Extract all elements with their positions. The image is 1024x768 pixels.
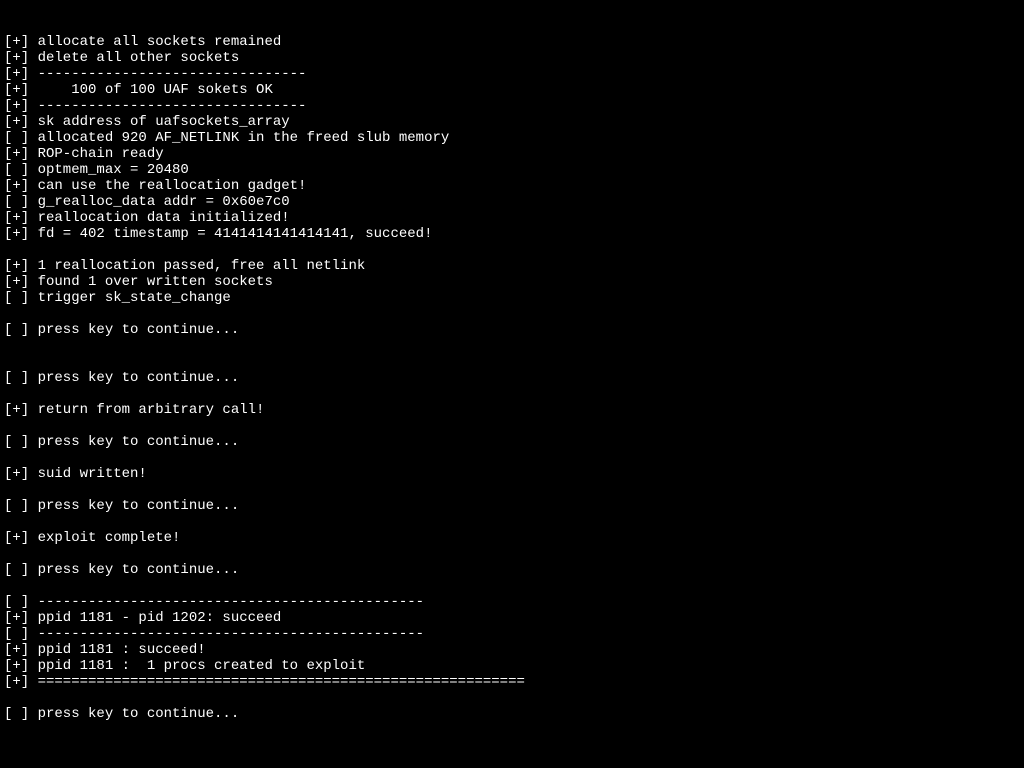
terminal-line: [ ] press key to continue... (4, 434, 1020, 450)
terminal-line: [ ] optmem_max = 20480 (4, 162, 1020, 178)
terminal-line: [+] ppid 1181 : succeed! (4, 642, 1020, 658)
terminal-line (4, 338, 1020, 354)
terminal-line: [ ] allocated 920 AF_NETLINK in the free… (4, 130, 1020, 146)
terminal-line: [+] delete all other sockets (4, 50, 1020, 66)
terminal-line (4, 482, 1020, 498)
terminal-line: [+] allocate all sockets remained (4, 34, 1020, 50)
terminal-line: [ ] press key to continue... (4, 370, 1020, 386)
terminal-line: [ ] g_realloc_data addr = 0x60e7c0 (4, 194, 1020, 210)
terminal-line (4, 690, 1020, 706)
terminal-line: [ ] trigger sk_state_change (4, 290, 1020, 306)
terminal-line: [ ] press key to continue... (4, 498, 1020, 514)
terminal-line: [+] ROP-chain ready (4, 146, 1020, 162)
terminal-line: [+] -------------------------------- (4, 66, 1020, 82)
terminal-line (4, 306, 1020, 322)
terminal-line (4, 418, 1020, 434)
terminal-line: [ ] ------------------------------------… (4, 594, 1020, 610)
terminal-line (4, 354, 1020, 370)
terminal-line: [+] ppid 1181 - pid 1202: succeed (4, 610, 1020, 626)
terminal-line: [+] suid written! (4, 466, 1020, 482)
terminal-line: [+] 100 of 100 UAF sokets OK (4, 82, 1020, 98)
terminal-line: [+] 1 reallocation passed, free all netl… (4, 258, 1020, 274)
terminal-line: [+] found 1 over written sockets (4, 274, 1020, 290)
terminal-line (4, 514, 1020, 530)
terminal-line: [ ] ------------------------------------… (4, 626, 1020, 642)
terminal-line (4, 450, 1020, 466)
terminal-line: [ ] press key to continue... (4, 562, 1020, 578)
terminal-line: [ ] press key to continue... (4, 706, 1020, 722)
terminal-line (4, 722, 1020, 738)
terminal-line: [+] can use the reallocation gadget! (4, 178, 1020, 194)
terminal-line (4, 386, 1020, 402)
terminal-line: [+] exploit complete! (4, 530, 1020, 546)
terminal-line (4, 578, 1020, 594)
terminal-line (4, 546, 1020, 562)
terminal-line: [+] -------------------------------- (4, 98, 1020, 114)
terminal-line: [ ] press key to continue... (4, 322, 1020, 338)
terminal-line: [+] reallocation data initialized! (4, 210, 1020, 226)
terminal-window[interactable]: [+] allocate all sockets remained[+] del… (0, 0, 1024, 768)
terminal-line: [+] return from arbitrary call! (4, 402, 1020, 418)
terminal-output: [+] allocate all sockets remained[+] del… (4, 34, 1020, 738)
terminal-line: [+] ====================================… (4, 674, 1020, 690)
terminal-line: [+] ppid 1181 : 1 procs created to explo… (4, 658, 1020, 674)
terminal-line: [+] sk address of uafsockets_array (4, 114, 1020, 130)
terminal-line (4, 242, 1020, 258)
terminal-line: [+] fd = 402 timestamp = 414141414141414… (4, 226, 1020, 242)
